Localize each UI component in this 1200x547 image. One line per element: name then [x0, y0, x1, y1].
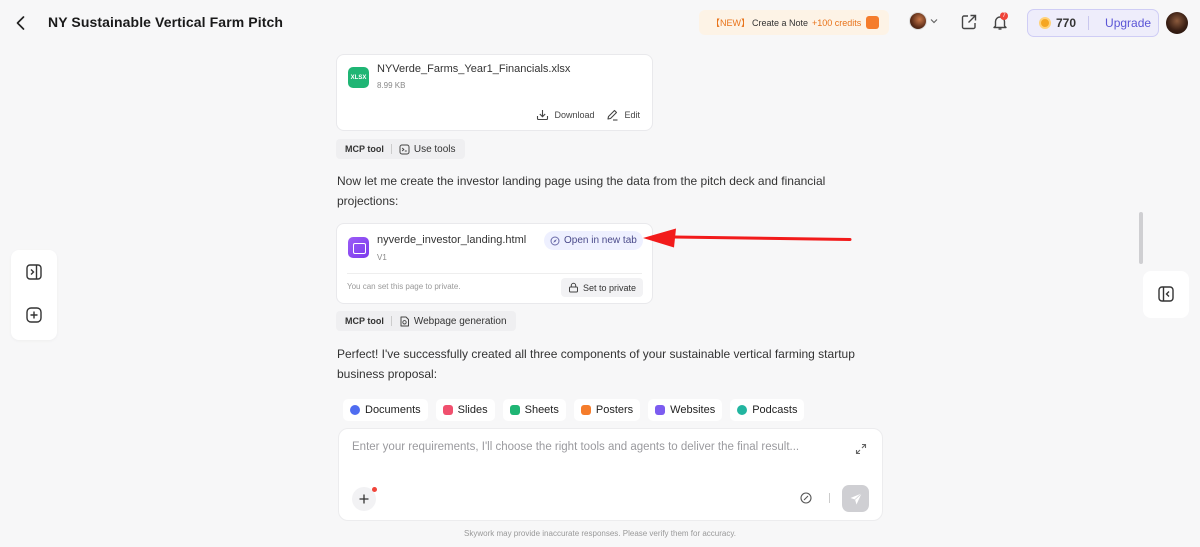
edit-button[interactable]: Edit [606, 108, 640, 121]
share-icon[interactable] [960, 13, 978, 31]
webpage-file-name: nyverde_investor_landing.html [377, 234, 527, 246]
new-chat-plus-icon[interactable] [25, 306, 43, 324]
send-icon [850, 492, 862, 504]
create-note-promo-button[interactable]: 【NEW】 Create a Note +100 credits [699, 10, 889, 35]
posters-icon [580, 405, 591, 415]
sheets-icon [509, 405, 520, 415]
open-in-new-tab-button[interactable]: Open in new tab [544, 231, 643, 250]
prompt-composer [338, 428, 883, 521]
set-to-private-button[interactable]: Set to private [560, 278, 643, 297]
left-tool-panel [11, 250, 57, 340]
mcp-tool-chip-webpage-generation[interactable]: MCP tool Webpage generation [336, 311, 516, 331]
file-actions: Download Edit [536, 108, 640, 121]
mcp-tool-chip-use-tools[interactable]: MCP tool Use tools [336, 139, 465, 159]
tool-name: Use tools [413, 143, 456, 155]
terminal-icon [399, 144, 410, 154]
send-button[interactable] [842, 485, 869, 512]
mcp-tool-label: MCP tool [345, 144, 384, 154]
agent-avatar [909, 12, 927, 30]
red-arrow-annotation [643, 228, 852, 248]
tool-label: Websites [670, 404, 716, 416]
tool-podcasts[interactable]: Podcasts [730, 399, 805, 421]
set-private-label: Set to private [582, 282, 636, 293]
top-bar: NY Sustainable Vertical Farm Pitch 【NEW】… [0, 0, 1200, 46]
chip-divider [390, 316, 392, 326]
tool-label: Posters [595, 404, 634, 416]
file-size: 8.99 KB [377, 81, 406, 90]
prompt-input[interactable] [352, 441, 832, 453]
mcp-tool-label: MCP tool [345, 316, 384, 326]
documents-icon [350, 405, 360, 415]
download-icon [537, 110, 549, 121]
gift-icon [866, 16, 879, 29]
chevron-down-icon [930, 19, 938, 24]
promo-credits: +100 credits [812, 17, 862, 28]
card-divider [347, 273, 642, 274]
tool-documents[interactable]: Documents [343, 399, 428, 421]
edit-label: Edit [624, 109, 640, 120]
attach-indicator-dot [372, 487, 377, 492]
right-panel-toggle[interactable] [1143, 271, 1189, 318]
slides-icon [442, 405, 453, 415]
credit-balance: 770 [1056, 16, 1077, 30]
tool-slides[interactable]: Slides [435, 399, 495, 421]
input-divider [829, 493, 830, 503]
expand-icon[interactable] [855, 443, 867, 455]
lock-icon [568, 282, 578, 293]
tool-label: Slides [457, 404, 488, 416]
pencil-icon [607, 109, 618, 121]
webpage-icon [348, 237, 369, 258]
webpage-generation-icon [400, 316, 409, 326]
promo-text: Create a Note [752, 17, 809, 28]
tool-name: Webpage generation [413, 315, 507, 327]
user-avatar[interactable] [1166, 12, 1188, 34]
pill-divider [1088, 16, 1090, 30]
tool-label: Documents [365, 404, 421, 416]
chip-divider [390, 144, 392, 154]
tool-sheets[interactable]: Sheets [502, 399, 566, 421]
xlsx-file-card[interactable]: XLSX NYVerde_Farms_Year1_Financials.xlsx… [336, 54, 653, 131]
tool-posters[interactable]: Posters [573, 399, 641, 421]
compass-icon [550, 236, 560, 245]
websites-icon [655, 405, 666, 415]
scrollbar-thumb[interactable] [1139, 212, 1143, 264]
coin-icon [1039, 17, 1051, 29]
notification-badge: 7 [1000, 12, 1008, 20]
page-title: NY Sustainable Vertical Farm Pitch [48, 14, 284, 30]
assistant-message: Perfect! I've successfully created all t… [337, 347, 855, 381]
open-tab-label: Open in new tab [564, 235, 637, 246]
agent-avatar-selector[interactable] [909, 12, 939, 30]
private-note: You can set this page to private. [347, 282, 461, 291]
podcasts-icon [737, 405, 748, 415]
webpage-file-card[interactable]: nyverde_investor_landing.html V1 Open in… [336, 223, 653, 304]
xlsx-file-icon: XLSX [348, 67, 369, 88]
tool-label: Sheets [524, 404, 559, 416]
credits-pill: 770 Upgrade [1027, 9, 1159, 37]
file-name: NYVerde_Farms_Year1_Financials.xlsx [377, 63, 571, 75]
assistant-message: Now let me create the investor landing p… [337, 174, 826, 208]
link-icon[interactable] [799, 491, 813, 505]
download-button[interactable]: Download [536, 108, 594, 121]
collapse-panel-icon [1158, 286, 1174, 302]
tool-shortcuts: Documents Slides Sheets Posters Websites… [343, 399, 812, 421]
disclaimer-text: Skywork may provide inaccurate responses… [464, 529, 736, 538]
promo-tag: 【NEW】 [711, 18, 750, 28]
download-label: Download [554, 109, 595, 120]
upgrade-button[interactable]: Upgrade [1105, 16, 1151, 30]
tool-label: Podcasts [752, 404, 798, 416]
tool-websites[interactable]: Websites [648, 399, 723, 421]
expand-sidebar-icon[interactable] [25, 263, 43, 281]
back-arrow-icon[interactable] [11, 13, 31, 33]
version-label: V1 [377, 253, 387, 262]
plus-icon [359, 494, 369, 504]
